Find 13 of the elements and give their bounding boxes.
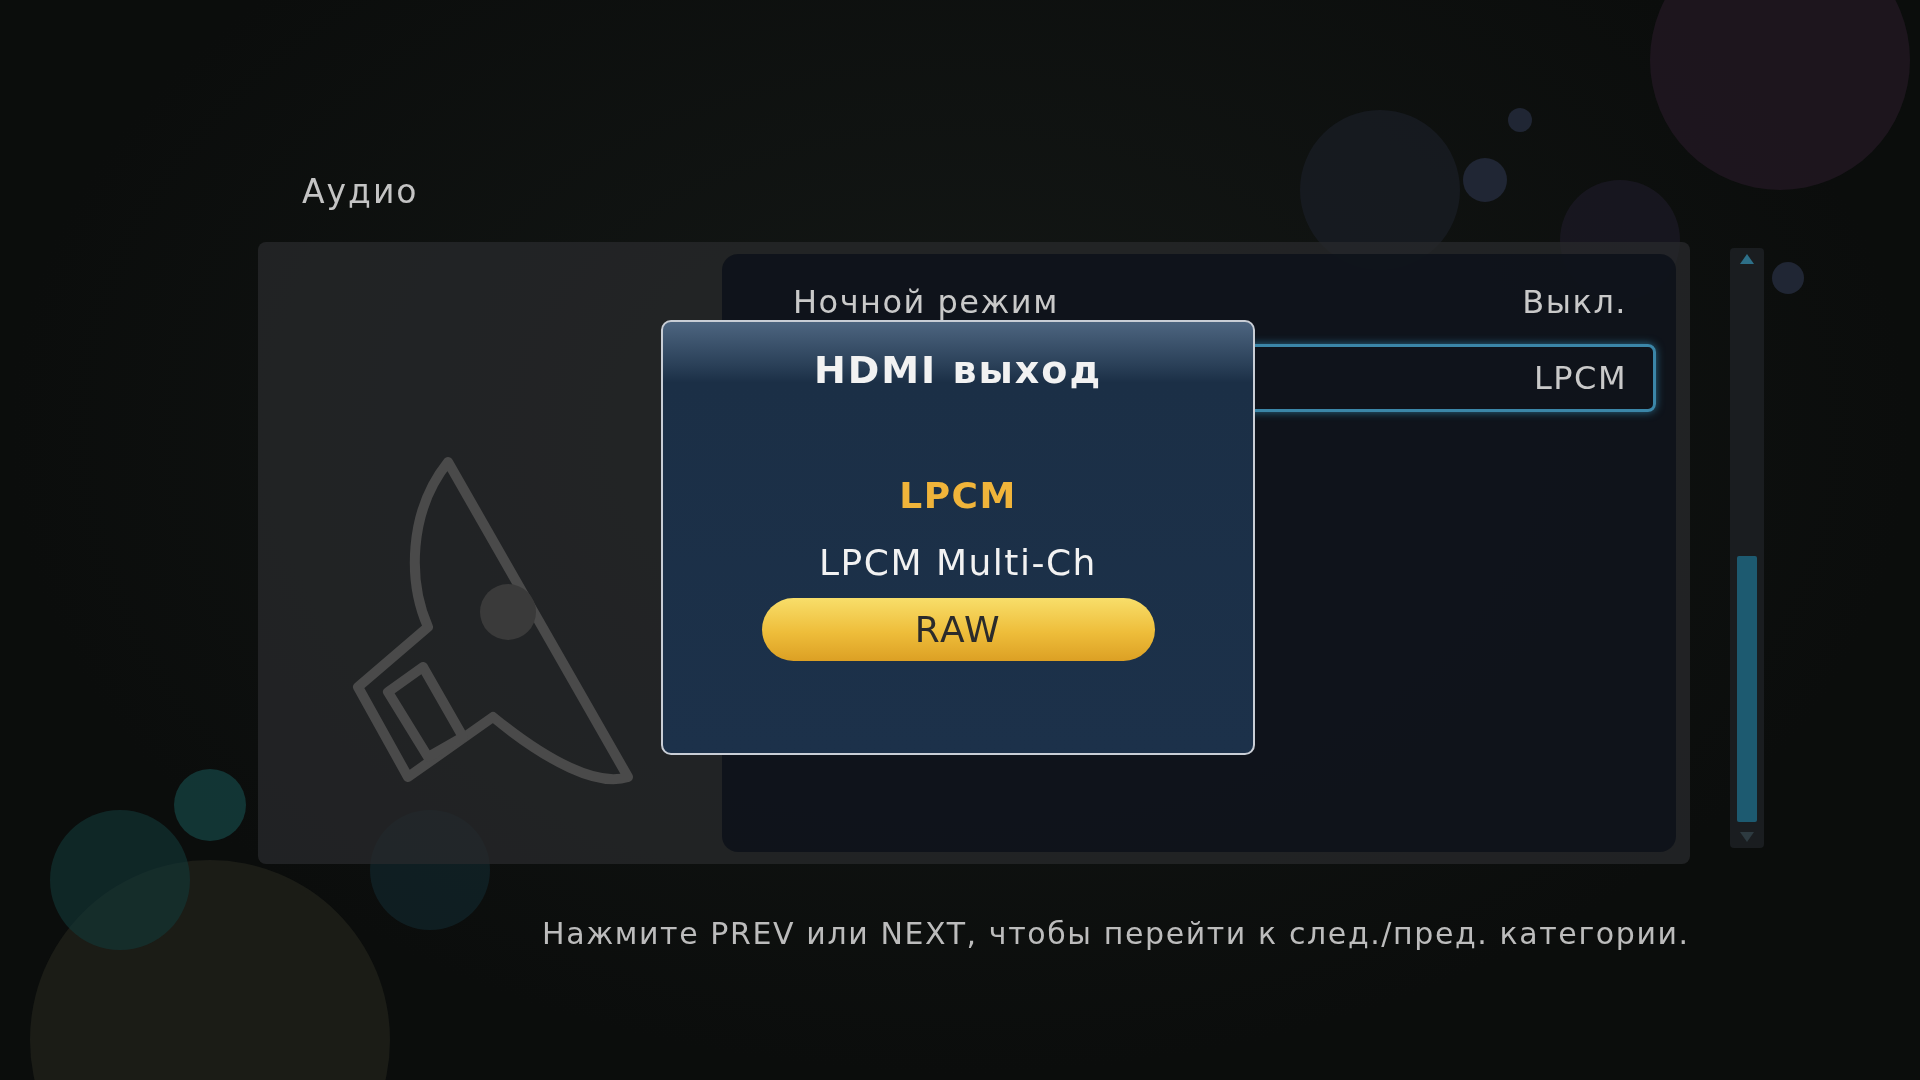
dialog-title: HDMI выход <box>813 348 1103 392</box>
scrollbar[interactable] <box>1730 248 1764 848</box>
section-title: Аудио <box>302 172 419 213</box>
setting-label: Ночной режим <box>793 283 1059 321</box>
scroll-down-icon[interactable] <box>1740 832 1754 842</box>
scroll-up-icon[interactable] <box>1740 254 1754 264</box>
option-item[interactable]: RAW <box>761 598 1155 661</box>
option-item[interactable]: LPCM Multi-Ch <box>761 531 1155 594</box>
setting-value: Выкл. <box>1522 283 1627 321</box>
scroll-thumb[interactable] <box>1737 556 1757 822</box>
navigation-hint: Нажмите PREV или NEXT, чтобы перейти к след./пред. категории. <box>542 916 1690 951</box>
setting-value: LPCM <box>1533 359 1627 397</box>
option-item[interactable]: LPCM <box>761 464 1155 527</box>
